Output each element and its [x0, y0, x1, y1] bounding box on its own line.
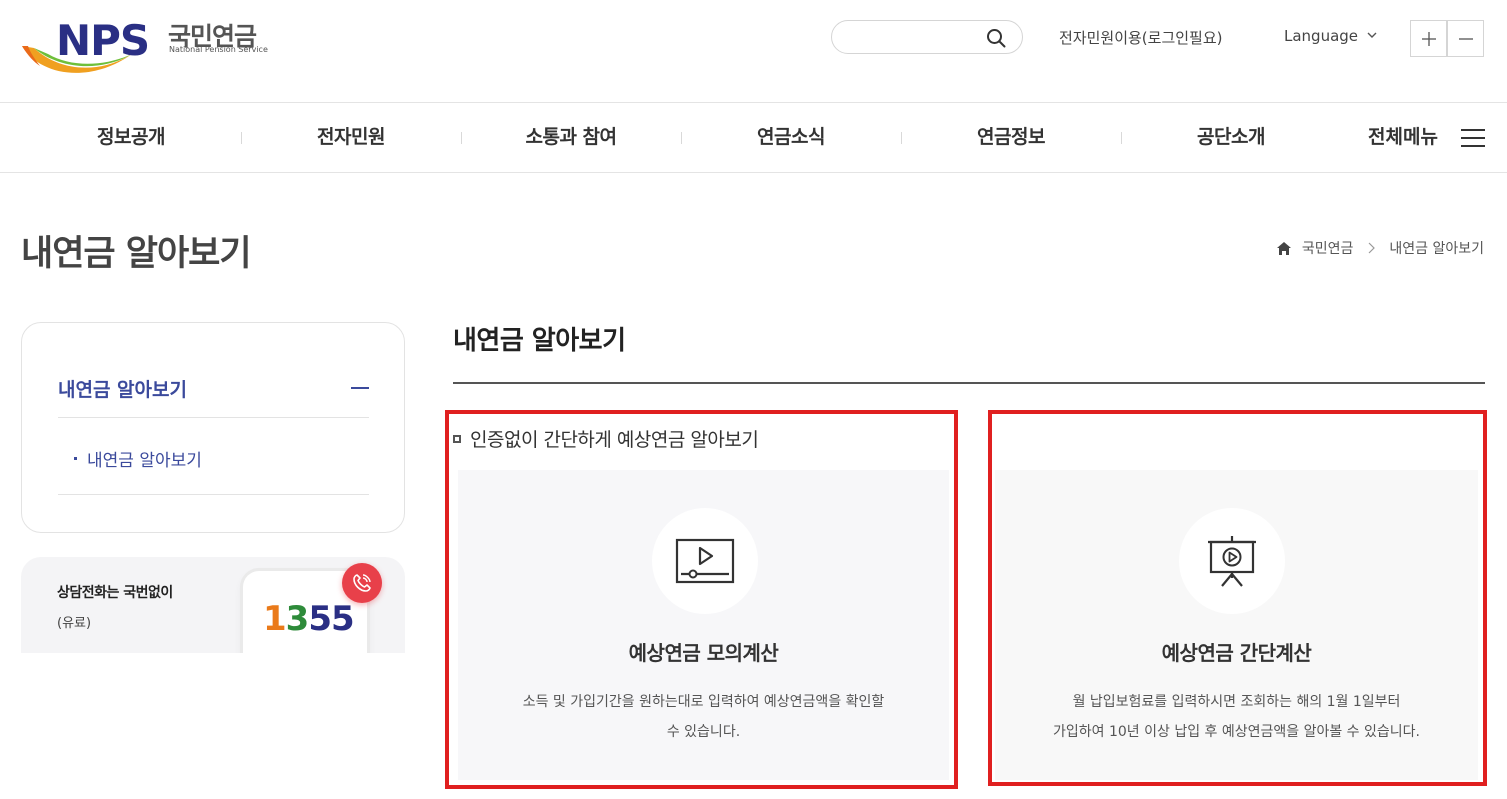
side-nav-divider	[58, 494, 369, 495]
logo-wordmark: NPS	[56, 16, 150, 65]
hamburger-menu-icon[interactable]	[1461, 128, 1485, 148]
logo-english-name: National Pension Service	[169, 45, 268, 54]
minus-icon	[1458, 37, 1473, 40]
call-banner-sub: (유료)	[57, 616, 92, 631]
phone-call-icon	[342, 563, 382, 603]
gnb-item-pension-info[interactable]: 연금정보	[901, 103, 1121, 172]
eservice-login-link[interactable]: 전자민원이용(로그인필요)	[1059, 27, 1223, 48]
global-nav: 정보공개 전자민원 소통과 참여 연금소식 연금정보 공단소개 전체메뉴	[0, 103, 1507, 172]
page-title: 내연금 알아보기	[21, 234, 252, 274]
side-nav-title[interactable]: 내연금 알아보기	[58, 375, 187, 402]
bullet-dot-icon	[74, 457, 77, 460]
gnb-item-news[interactable]: 연금소식	[681, 103, 901, 172]
gnb-item-e-service[interactable]: 전자민원	[241, 103, 461, 172]
content-divider	[453, 382, 1485, 384]
call-center-banner: 상담전화는 국번없이 (유료) 1355	[21, 557, 405, 653]
side-nav: 내연금 알아보기 내연금 알아보기	[21, 322, 405, 533]
gnb-divider	[0, 172, 1507, 173]
zoom-out-button[interactable]	[1447, 20, 1484, 57]
breadcrumb-item-home[interactable]: 국민연금	[1302, 238, 1354, 258]
side-nav-divider	[58, 417, 369, 418]
highlight-box	[445, 410, 958, 789]
call-number: 1355	[263, 599, 355, 639]
home-icon[interactable]	[1276, 241, 1292, 256]
search-input[interactable]	[846, 21, 986, 53]
gnb-item-about[interactable]: 공단소개	[1121, 103, 1341, 172]
side-nav-subitem-label: 내연금 알아보기	[87, 451, 202, 471]
gnb-item-info-disclosure[interactable]: 정보공개	[21, 103, 241, 172]
call-number-digit: 5	[331, 599, 355, 639]
search-box	[831, 20, 1023, 54]
highlight-box	[988, 410, 1487, 786]
zoom-in-button[interactable]	[1410, 20, 1447, 57]
plus-icon	[1421, 31, 1436, 46]
nps-logo[interactable]: NPS 국민연금 National Pension Service	[20, 14, 270, 80]
search-icon[interactable]	[986, 28, 1006, 48]
collapse-minus-icon[interactable]	[351, 387, 369, 389]
breadcrumb: 국민연금 내연금 알아보기	[1276, 238, 1484, 258]
call-banner-text: 상담전화는 국번없이	[57, 585, 173, 601]
all-menu-button[interactable]: 전체메뉴	[1368, 103, 1438, 172]
chevron-right-icon	[1368, 242, 1376, 254]
call-number-digit: 3	[285, 599, 310, 639]
breadcrumb-item-current[interactable]: 내연금 알아보기	[1389, 238, 1484, 258]
content-title: 내연금 알아보기	[453, 326, 626, 356]
call-number-digit: 5	[308, 599, 332, 639]
side-nav-subitem[interactable]: 내연금 알아보기	[74, 446, 202, 471]
gnb-item-communication[interactable]: 소통과 참여	[461, 103, 681, 172]
call-number-digit: 1	[263, 599, 287, 639]
language-selector[interactable]: Language	[1284, 27, 1358, 45]
chevron-down-icon	[1367, 32, 1377, 38]
